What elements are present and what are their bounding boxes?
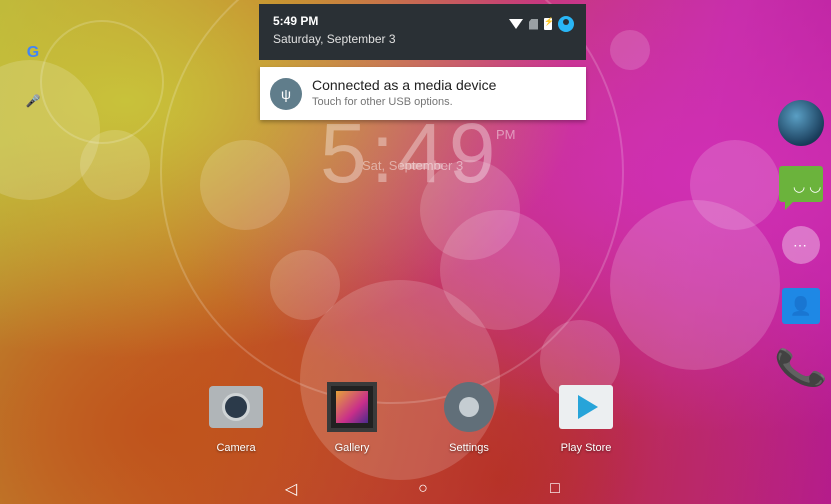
home-icon: ○	[418, 480, 428, 497]
globe-icon	[778, 100, 824, 146]
recents-icon: □	[550, 480, 560, 497]
app-label: Play Store	[560, 442, 612, 454]
dock-all-apps[interactable]: ⋯	[778, 222, 824, 268]
dock-contacts[interactable]: 👤	[778, 283, 824, 329]
app-label: Camera	[216, 442, 256, 454]
play-store-icon	[559, 382, 613, 432]
app-label: Settings	[449, 442, 489, 454]
back-icon: ◁	[284, 481, 298, 498]
recents-button[interactable]: □	[540, 474, 570, 504]
app-drawer-icon: ⋯	[782, 226, 820, 264]
app-play-store[interactable]: Play Store	[551, 382, 621, 454]
app-gallery[interactable]: Gallery	[317, 382, 387, 454]
notification-text: Touch for other USB options.	[312, 96, 453, 108]
right-dock: ◡ ◡ ⋯ 👤 📞	[773, 100, 830, 405]
no-sim-icon	[529, 18, 538, 30]
dock-phone[interactable]: 📞	[773, 342, 830, 394]
google-icon: G	[26, 44, 40, 61]
wallpaper-bubble	[690, 140, 780, 230]
app-camera[interactable]: Camera	[201, 382, 271, 454]
battery-charging-icon	[544, 17, 554, 30]
navigation-bar: ◁ ○ □	[0, 474, 831, 504]
wallpaper-bubble	[610, 30, 650, 70]
search-widget[interactable]: G 🎤	[20, 40, 46, 136]
back-button[interactable]: ◁	[276, 474, 306, 504]
clock-widget-date: Sat, September 3	[362, 158, 464, 173]
shade-date: Saturday, September 3	[273, 32, 396, 46]
dock-browser[interactable]	[778, 100, 824, 146]
contacts-icon: 👤	[782, 288, 820, 324]
mic-icon: 🎤	[25, 94, 41, 108]
usb-notification[interactable]: ψ Connected as a media device Touch for …	[260, 67, 586, 120]
clock-widget-ampm: PM	[496, 127, 516, 142]
home-button[interactable]: ○	[408, 474, 438, 504]
wallpaper-ring	[40, 20, 164, 144]
user-icon[interactable]	[558, 16, 574, 32]
notification-shade-header[interactable]: 5:49 PM Saturday, September 3	[259, 4, 586, 60]
message-icon: ◡ ◡	[779, 166, 823, 210]
usb-icon: ψ	[270, 78, 302, 110]
gear-icon	[442, 382, 496, 432]
message-face: ◡ ◡	[793, 178, 822, 194]
status-icons	[509, 16, 574, 32]
voice-search-button[interactable]: 🎤	[20, 88, 46, 114]
notification-title: Connected as a media device	[312, 77, 497, 93]
dock-messaging[interactable]: ◡ ◡	[778, 161, 824, 210]
wifi-icon	[509, 19, 523, 29]
gallery-icon	[325, 382, 379, 432]
shade-time: 5:49 PM	[273, 14, 319, 28]
app-label: Gallery	[334, 442, 370, 454]
google-search-button[interactable]: G	[20, 40, 46, 66]
phone-icon: 📞	[772, 341, 830, 394]
camera-icon	[209, 382, 263, 432]
app-settings[interactable]: Settings	[434, 382, 504, 454]
